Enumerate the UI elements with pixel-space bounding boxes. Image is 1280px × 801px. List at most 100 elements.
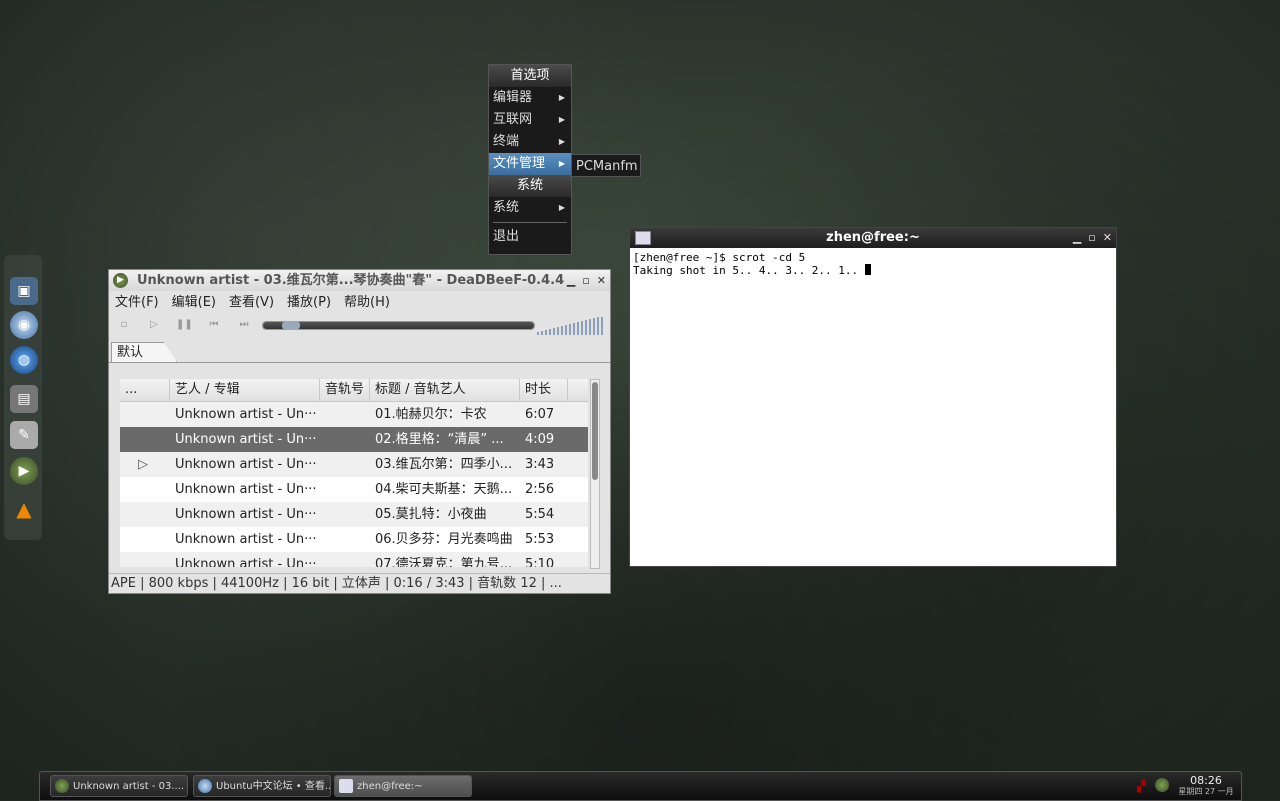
terminal-output[interactable]: [zhen@free ~]$ scrot -cd 5 Taking shot i… [630,248,1116,280]
menu-playback[interactable]: 播放(P) [287,291,337,315]
minimize-icon[interactable]: ▁ [1073,228,1081,248]
pause-icon[interactable]: ❚❚ [176,318,193,332]
menu-view[interactable]: 查看(V) [229,291,280,315]
submenu-arrow-icon: ▶ [558,93,565,102]
menu-item-label: 编辑器 [493,90,533,105]
terminal-app-icon [635,231,651,245]
player-titlebar[interactable]: ▶ Unknown artist - 03.维瓦尔第...琴协奏曲"春" - D… [109,270,610,291]
row-status [120,552,170,567]
menu-item-file-manager[interactable]: 文件管理 ▶ [489,153,571,175]
terminal-line: [zhen@free ~]$ scrot -cd 5 [633,251,806,264]
close-icon[interactable]: ✕ [1103,228,1112,248]
menu-item-label: 系统 [493,200,520,215]
clock[interactable]: 08:26 星期四 27 一月 [1175,774,1237,797]
clock-time: 08:26 [1190,774,1222,787]
row-title: 02.格里格：“清晨” ... [375,432,504,447]
deadbeef-icon[interactable]: ▶ [10,457,38,485]
task-deadbeef[interactable]: Unknown artist - 03.... [50,775,188,797]
terminal-line: Taking shot in 5.. 4.. 3.. 2.. 1.. [633,264,865,277]
vlc-icon[interactable]: ▲ [10,495,38,523]
player-menubar: 文件(F) 编辑(E) 查看(V) 播放(P) 帮助(H) [109,291,610,315]
task-label: Ubuntu中文论坛 • 查看... [216,781,331,792]
network-status-icon[interactable]: ▞ [1137,780,1145,793]
menu-item-terminal[interactable]: 终端 ▶ [489,131,571,153]
row-duration: 5:53 [525,532,555,547]
seek-knob[interactable] [281,321,300,330]
maximize-icon[interactable]: ▫ [582,270,589,291]
row-status [120,502,170,527]
scrollbar-thumb[interactable] [592,382,598,480]
player-title: Unknown artist - 03.维瓦尔第...琴协奏曲"春" - Dea… [137,273,565,288]
row-track-number [320,452,370,477]
menu-item-editor[interactable]: 编辑器 ▶ [489,87,571,109]
column-header-artist-album[interactable]: 艺人 / 专辑 [170,379,320,401]
column-header-duration[interactable]: 时长 [520,379,568,401]
status-bar: APE | 800 kbps | 44100Hz | 16 bit | 立体声 … [109,573,610,593]
column-header-title[interactable]: 标题 / 音轨艺人 [370,379,520,401]
menu-edit[interactable]: 编辑(E) [172,291,222,315]
table-row[interactable]: Unknown artist - Un··· 01.帕赫贝尔：卡农 6:07 [120,402,588,427]
row-status [120,527,170,552]
task-terminal[interactable]: zhen@free:~ [334,775,472,797]
previous-icon[interactable]: ⏮ [206,318,222,332]
row-track-number [320,427,370,452]
seek-fill [263,322,534,329]
table-row-playing[interactable]: ▷ Unknown artist - Un··· 03.维瓦尔第：四季小... … [120,452,588,477]
chromium-icon[interactable]: ◉ [10,311,38,339]
volume-slider[interactable] [537,317,605,335]
terminal-line-with-cursor: Taking shot in 5.. 4.. 3.. 2.. 1.. [633,264,1113,277]
play-icon[interactable]: ▷ [146,318,162,332]
next-icon[interactable]: ⏭ [236,318,252,332]
table-row[interactable]: Unknown artist - Un··· 04.柴可夫斯基：天鹅... 2:… [120,477,588,502]
minimize-icon[interactable]: ▁ [567,270,575,291]
row-duration: 6:07 [525,407,555,422]
table-row[interactable]: Unknown artist - Un··· 06.贝多芬：月光奏鸣曲 5:53 [120,527,588,552]
stop-icon[interactable]: ▫ [116,318,132,332]
column-header-status[interactable]: ... [120,379,170,401]
menu-item-exit[interactable]: 退出 [489,226,571,248]
table-row-selected[interactable]: Unknown artist - Un··· 02.格里格：“清晨” ... 4… [120,427,588,452]
terminal-app-icon [339,779,353,793]
task-label: zhen@free:~ [357,781,423,792]
root-menu: 首选项 编辑器 ▶ 互联网 ▶ 终端 ▶ 文件管理 ▶ 系统 系统 ▶ 退出 [488,64,572,255]
menu-file[interactable]: 文件(F) [115,291,165,315]
row-status [120,427,170,452]
firefox-icon[interactable]: ◍ [10,346,38,374]
table-row[interactable]: Unknown artist - Un··· 07.德沃夏克：第九号... 5:… [120,552,588,567]
menu-item-system[interactable]: 系统 ▶ [489,197,571,219]
task-browser[interactable]: Ubuntu中文论坛 • 查看... [193,775,331,797]
row-track-number [320,477,370,502]
row-status [120,477,170,502]
deadbeef-tray-icon[interactable] [1155,778,1169,792]
tab-default[interactable]: 默认 [111,342,177,362]
row-title: 06.贝多芬：月光奏鸣曲 [375,532,513,547]
files-icon[interactable]: ▤ [10,385,38,413]
terminal-titlebar[interactable]: zhen@free:~ ▁ ▫ ✕ [630,228,1116,248]
column-header-track-number[interactable]: 音轨号 [320,379,370,401]
row-duration: 2:56 [525,482,555,497]
playlist-scrollbar[interactable] [590,379,600,569]
menu-help[interactable]: 帮助(H) [344,291,396,315]
row-track-number [320,527,370,552]
row-title: 04.柴可夫斯基：天鹅... [375,482,513,497]
clock-date: 星期四 27 一月 [1178,787,1234,796]
row-artist: Unknown artist - Un··· [175,507,317,522]
row-artist: Unknown artist - Un··· [175,482,317,497]
maximize-icon[interactable]: ▫ [1088,228,1095,248]
table-row[interactable]: Unknown artist - Un··· 05.莫扎特：小夜曲 5:54 [120,502,588,527]
seek-slider[interactable] [262,321,535,330]
submenu-item-pcmanfm[interactable]: PCManfm [571,154,641,177]
row-duration: 3:43 [525,457,555,472]
row-artist: Unknown artist - Un··· [175,407,317,422]
editor-icon[interactable]: ✎ [10,421,38,449]
close-icon[interactable]: ✕ [597,270,606,291]
system-icon[interactable]: ▣ [10,277,38,305]
playlist-table: ... 艺人 / 专辑 音轨号 标题 / 音轨艺人 时长 Unknown art… [120,379,588,567]
terminal-cursor [864,264,871,275]
submenu-arrow-icon: ▶ [558,115,565,124]
menu-item-internet[interactable]: 互联网 ▶ [489,109,571,131]
menu-separator [493,222,567,223]
row-track-number [320,402,370,427]
menu-section-system: 系统 [489,175,571,197]
row-duration: 4:09 [525,432,555,447]
